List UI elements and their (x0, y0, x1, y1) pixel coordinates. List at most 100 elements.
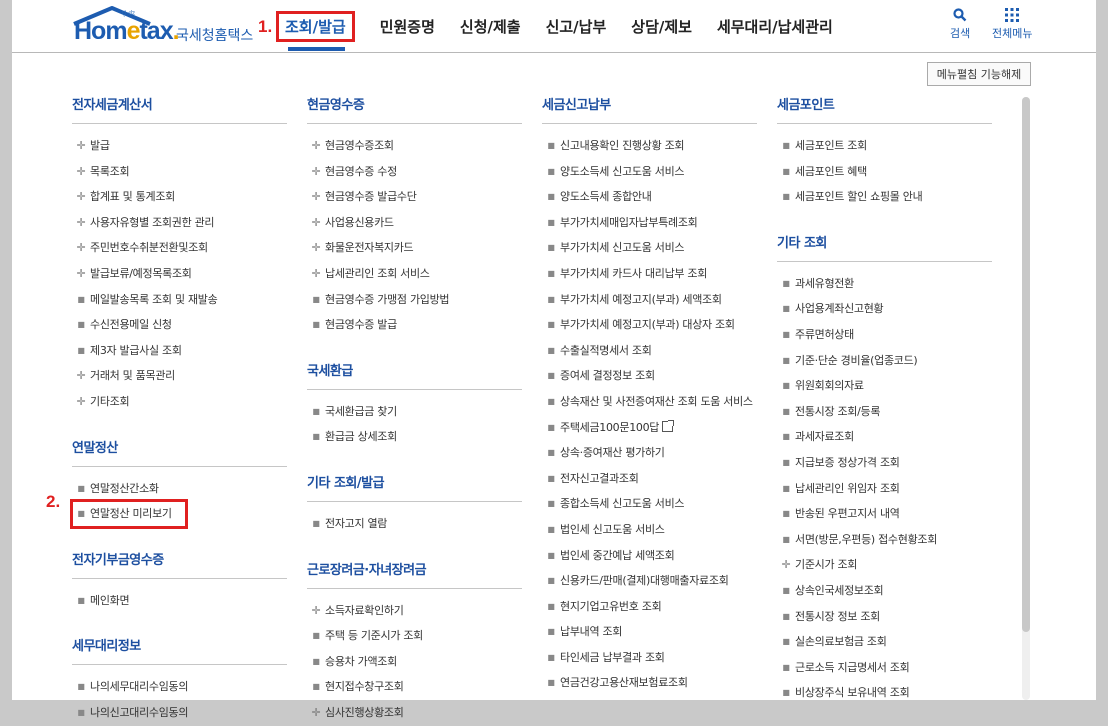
menu-item[interactable]: ✛ 주민번호수취분전환및조회 (72, 235, 287, 261)
menu-item[interactable]: ■ 메일발송목록 조회 및 재발송 (72, 287, 287, 313)
section-title[interactable]: 전자세금계산서 (72, 95, 287, 124)
menu-item[interactable]: ■ 과세자료조회 (777, 424, 992, 450)
menu-item[interactable]: ✛ 목록조회 (72, 159, 287, 185)
menu-item[interactable]: ✛ 기타조회 (72, 389, 287, 415)
menu-item[interactable]: ■ 현지접수창구조회 (307, 674, 522, 700)
nav-civil-certificates[interactable]: 민원증명 (380, 16, 435, 37)
menu-item[interactable]: ■ 서면(방문,우편등) 접수현황조회 (777, 527, 992, 553)
menu-item[interactable]: ✛ 화물운전자복지카드 (307, 235, 522, 261)
menu-item[interactable]: ■ 부가가치세 예정고지(부과) 세액조회 (542, 287, 757, 313)
menu-item[interactable]: ■ 부가가치세 예정고지(부과) 대상자 조회 (542, 312, 757, 338)
section-title[interactable]: 국세환급 (307, 361, 522, 390)
menu-item[interactable]: ■ 종합소득세 신고도움 서비스 (542, 491, 757, 517)
menu-item[interactable]: ■ 현지기업고유번호 조회 (542, 594, 757, 620)
menu-item[interactable]: ✛ 납세관리인 조회 서비스 (307, 261, 522, 287)
menu-item[interactable]: ✛ 사업용신용카드 (307, 210, 522, 236)
menu-item[interactable]: ✛ 발급보류/예정목록조회 (72, 261, 287, 287)
nav-inquiry-issuance[interactable]: 조회/발급 (276, 10, 355, 42)
menu-item[interactable]: ■ 제3자 발급사실 조회 (72, 338, 287, 364)
menu-item[interactable]: ■ 환급금 상세조회 (307, 424, 522, 450)
section-title[interactable]: 전자기부금영수증 (72, 550, 287, 579)
menu-item[interactable]: ■ 전통시장 정보 조회 (777, 604, 992, 630)
scrollbar[interactable] (1022, 97, 1030, 700)
menu-item[interactable]: ■ 수출실적명세서 조회 (542, 338, 757, 364)
menu-item[interactable]: ■ 위원회회의자료 (777, 373, 992, 399)
menu-item[interactable]: ■ 주류면허상태 (777, 322, 992, 348)
all-menu-button[interactable]: 전체메뉴 (992, 8, 1032, 41)
menu-item[interactable]: ■ 타인세금 납부결과 조회 (542, 645, 757, 671)
nav-tax-agent[interactable]: 세무대리/납세관리 (717, 16, 833, 37)
menu-item[interactable]: ■ 주택 등 기준시가 조회 (307, 623, 522, 649)
menu-item[interactable]: ■ 기준·단순 경비율(업종코드) (777, 348, 992, 374)
menu-item[interactable]: ✛ 현금영수증 수정 (307, 159, 522, 185)
menu-item[interactable]: ✛ 합계표 및 통계조회 (72, 184, 287, 210)
scrollbar-thumb[interactable] (1022, 97, 1030, 632)
nav-consult-report[interactable]: 상담/제보 (631, 16, 692, 37)
menu-item[interactable]: ✛ 기준시가 조회 (777, 552, 992, 578)
menu-item[interactable]: ■ 신고내용확인 진행상황 조회 (542, 133, 757, 159)
menu-item[interactable]: ■ 부가가치세매입자납부특례조회 (542, 210, 757, 236)
menu-item[interactable]: ✛ 사용자유형별 조회권한 관리 (72, 210, 287, 236)
menu-item[interactable]: ■ 납세관리인 위임자 조회 (777, 476, 992, 502)
menu-item[interactable]: ■ 양도소득세 신고도움 서비스 (542, 159, 757, 185)
menu-item[interactable]: ■ 메인화면 (72, 588, 287, 614)
menu-item[interactable]: ■ 상속인국세정보조회 (777, 578, 992, 604)
menu-item[interactable]: ■ 전통시장 조회/등록 (777, 399, 992, 425)
menu-item[interactable]: ■ 근로소득 지급명세서 조회 (777, 655, 992, 681)
section-title[interactable]: 기타 조회/발급 (307, 473, 522, 502)
menu-item-label: 비상장주식 보유내역 조회 (795, 686, 910, 700)
menu-item[interactable]: ✛ 발급 (72, 133, 287, 159)
menu-item[interactable]: ■ 부가가치세 신고도움 서비스 (542, 235, 757, 261)
menu-item[interactable]: ■ 상속·증여재산 평가하기 (542, 440, 757, 466)
menu-item[interactable]: ✛ 심사진행상황조회 (307, 700, 522, 726)
search-button[interactable]: 검색 (950, 8, 970, 41)
menu-item[interactable]: ■ 양도소득세 종합안내 (542, 184, 757, 210)
menu-item-year-end-preview[interactable]: ■ 연말정산 미리보기 (70, 499, 188, 529)
section-title[interactable]: 연말정산 (72, 438, 287, 467)
menu-item[interactable]: ✛ 현금영수증 발급수단 (307, 184, 522, 210)
menu-item[interactable]: ■ 납부내역 조회 (542, 619, 757, 645)
nav-report-payment[interactable]: 신고/납부 (546, 16, 607, 37)
menu-item[interactable]: ■ 전자신고결과조회 (542, 466, 757, 492)
menu-item[interactable]: ■ 반송된 우편고지서 내역 (777, 501, 992, 527)
menu-item[interactable]: ✛ 소득자료확인하기 (307, 598, 522, 624)
menu-item[interactable]: ■ 현금영수증 발급 (307, 312, 522, 338)
menu-item[interactable]: ■ 국세환급금 찾기 (307, 399, 522, 425)
section-title[interactable]: 근로장려금·자녀장려금 (307, 560, 522, 589)
section-title[interactable]: 세금포인트 (777, 95, 992, 124)
menu-item[interactable]: ■ 비상장주식 보유내역 조회 (777, 680, 992, 706)
section-title[interactable]: 기타 조회 (777, 233, 992, 262)
menu-item[interactable]: ■ 신용카드/판매(결제)대행매출자료조회 (542, 568, 757, 594)
menu-expand-toggle-button[interactable]: 메뉴펼침 기능해제 (927, 62, 1031, 86)
menu-item[interactable]: ■ 나의세무대리수임동의 (72, 674, 287, 700)
menu-item[interactable]: ■ 실손의료보험금 조회 (777, 629, 992, 655)
nav-application-submission[interactable]: 신청/제출 (460, 16, 521, 37)
menu-item[interactable]: ■ 사업용계좌신고현황 (777, 296, 992, 322)
menu-item[interactable]: ■ 세금포인트 혜택 (777, 159, 992, 185)
bullet-icon: ■ (547, 294, 555, 304)
menu-item[interactable]: ■ 수신전용메일 신청 (72, 312, 287, 338)
section-title[interactable]: 세무대리정보 (72, 636, 287, 666)
menu-item[interactable]: ✛ 현금영수증조회 (307, 133, 522, 159)
menu-item[interactable]: ■ 법인세 신고도움 서비스 (542, 517, 757, 543)
hometax-logo[interactable]: Ų̇ ǳ Hometax. 국세청홈택스 (72, 4, 272, 48)
menu-item[interactable]: ■ 세금포인트 조회 (777, 133, 992, 159)
section-title[interactable]: 세금신고납부 (542, 95, 757, 124)
menu-item[interactable]: ■ 현금영수증 가맹점 가입방법 (307, 287, 522, 313)
menu-item[interactable]: ■ 전자고지 열람 (307, 511, 522, 537)
menu-item[interactable]: ■ 증여세 결정정보 조회 (542, 363, 757, 389)
section-title[interactable]: 현금영수증 (307, 95, 522, 124)
menu-item[interactable]: ■ 지급보증 정상가격 조회 (777, 450, 992, 476)
menu-item[interactable]: ■ 연금건강고용산재보험료조회 (542, 670, 757, 696)
menu-item[interactable]: ■ 부가가치세 카드사 대리납부 조회 (542, 261, 757, 287)
menu-item[interactable]: ■ 나의신고대리수임동의 (72, 700, 287, 726)
menu-item[interactable]: ■ 법인세 중간예납 세액조회 (542, 543, 757, 569)
menu-item[interactable]: ■ 연말정산간소화 (72, 476, 287, 502)
menu-item[interactable]: ■ 상속재산 및 사전증여재산 조회 도움 서비스 (542, 389, 757, 415)
menu-item[interactable]: ■ 세금포인트 할인 쇼핑몰 안내 (777, 184, 992, 210)
menu-item[interactable]: ■ 과세유형전환 (777, 271, 992, 297)
menu-item[interactable]: ■ 승용차 가액조회 (307, 649, 522, 675)
menu-item[interactable]: ✛ 거래처 및 품목관리 (72, 363, 287, 389)
menu-item[interactable]: ■ 주택세금100문100답 (542, 415, 757, 441)
